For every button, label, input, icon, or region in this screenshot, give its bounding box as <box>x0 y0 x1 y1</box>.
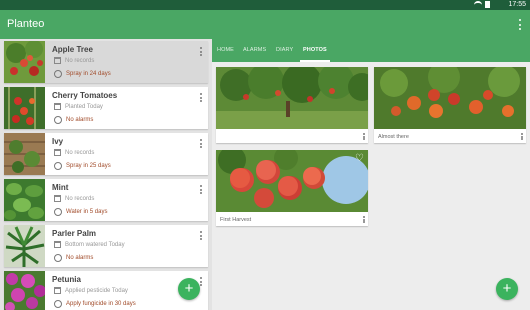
plant-name: Ivy <box>52 137 64 146</box>
add-plant-button[interactable]: + <box>178 278 200 300</box>
plant-alarm: Apply fungicide in 30 days <box>66 301 136 307</box>
tab-photos[interactable]: PHOTOS <box>303 47 327 53</box>
calendar-icon <box>54 57 61 64</box>
photo-card[interactable]: Almost there <box>374 67 526 143</box>
tab-diary[interactable]: DIARY <box>276 47 293 53</box>
plant-status: No records <box>65 149 95 156</box>
plant-alarm: No alarms <box>66 255 94 261</box>
add-photo-button[interactable]: + <box>496 278 518 300</box>
photo-card[interactable] <box>216 67 368 143</box>
more-options-icon[interactable] <box>200 185 202 194</box>
plant-thumbnail <box>4 87 45 129</box>
alarm-clock-icon <box>54 254 62 262</box>
alarm-clock-icon <box>54 70 62 78</box>
plant-item-mint[interactable]: Mint No records Water in 5 days <box>4 179 208 221</box>
calendar-icon <box>54 241 61 248</box>
plant-name: Parler Palm <box>52 229 97 238</box>
status-time: 17:55 <box>508 1 526 8</box>
plant-status: Planted Today <box>65 103 103 110</box>
more-options-icon[interactable] <box>363 216 365 223</box>
plant-list: Apple Tree No records Spray in 24 days C… <box>0 39 212 310</box>
plant-alarm: Spray in 25 days <box>66 163 111 169</box>
more-options-icon[interactable] <box>521 133 523 140</box>
plant-thumbnail <box>4 41 45 83</box>
active-tab-indicator <box>300 60 330 62</box>
more-options-icon[interactable] <box>200 47 202 56</box>
plant-name: Mint <box>52 183 69 192</box>
app-title: Planteo <box>7 18 45 30</box>
plant-photo <box>216 67 368 129</box>
favorite-heart-icon[interactable]: ♡ <box>355 153 364 164</box>
photo-caption: First Harvest <box>220 217 252 223</box>
plant-alarm: Spray in 24 days <box>66 71 111 77</box>
more-options-icon[interactable] <box>200 231 202 240</box>
plant-thumbnail <box>4 271 45 310</box>
plant-status: Bottom watered Today <box>65 241 125 248</box>
photo-caption: Almost there <box>378 134 409 140</box>
plant-name: Apple Tree <box>52 45 93 54</box>
plant-alarm: Water in 5 days <box>66 209 108 215</box>
plant-item-ivy[interactable]: Ivy No records Spray in 25 days <box>4 133 208 175</box>
plant-item-apple-tree[interactable]: Apple Tree No records Spray in 24 days <box>4 41 208 83</box>
calendar-icon <box>54 103 61 110</box>
tab-home[interactable]: HOME <box>217 47 234 53</box>
detail-pane: HOME ALARMS DIARY PHOTOS Almost there ♡ … <box>212 39 530 310</box>
status-icons <box>474 1 490 8</box>
plant-item-cherry-tomatoes[interactable]: Cherry Tomatoes Planted Today No alarms <box>4 87 208 129</box>
alarm-clock-icon <box>54 300 62 308</box>
plant-item-parler-palm[interactable]: Parler Palm Bottom watered Today No alar… <box>4 225 208 267</box>
calendar-icon <box>54 195 61 202</box>
status-bar: 17:55 <box>0 0 530 10</box>
tab-bar: HOME ALARMS DIARY PHOTOS <box>212 39 530 62</box>
plant-thumbnail <box>4 179 45 221</box>
more-options-icon[interactable] <box>200 93 202 102</box>
plant-photo <box>216 150 368 212</box>
calendar-icon <box>54 287 61 294</box>
more-options-icon[interactable] <box>363 133 365 140</box>
plant-name: Cherry Tomatoes <box>52 91 118 100</box>
plant-name: Petunia <box>52 275 81 284</box>
wifi-icon <box>474 1 482 8</box>
plant-status: No records <box>65 57 95 64</box>
battery-icon <box>485 1 490 8</box>
more-options-icon[interactable] <box>200 277 202 286</box>
add-icon: + <box>184 280 194 297</box>
alarm-clock-icon <box>54 116 62 124</box>
plant-status: Applied pesticide Today <box>65 287 128 294</box>
photo-card[interactable]: ♡ First Harvest <box>216 150 368 226</box>
plant-photo <box>374 67 526 129</box>
plant-thumbnail <box>4 133 45 175</box>
plant-alarm: No alarms <box>66 117 94 123</box>
alarm-clock-icon <box>54 208 62 216</box>
tab-alarms[interactable]: ALARMS <box>243 47 266 53</box>
app-bar: Planteo <box>0 10 530 39</box>
add-icon: + <box>502 280 512 297</box>
alarm-clock-icon <box>54 162 62 170</box>
plant-status: No records <box>65 195 95 202</box>
plant-thumbnail <box>4 225 45 267</box>
calendar-icon <box>54 149 61 156</box>
more-options-icon[interactable] <box>200 139 202 148</box>
overflow-menu-icon[interactable] <box>519 19 522 30</box>
